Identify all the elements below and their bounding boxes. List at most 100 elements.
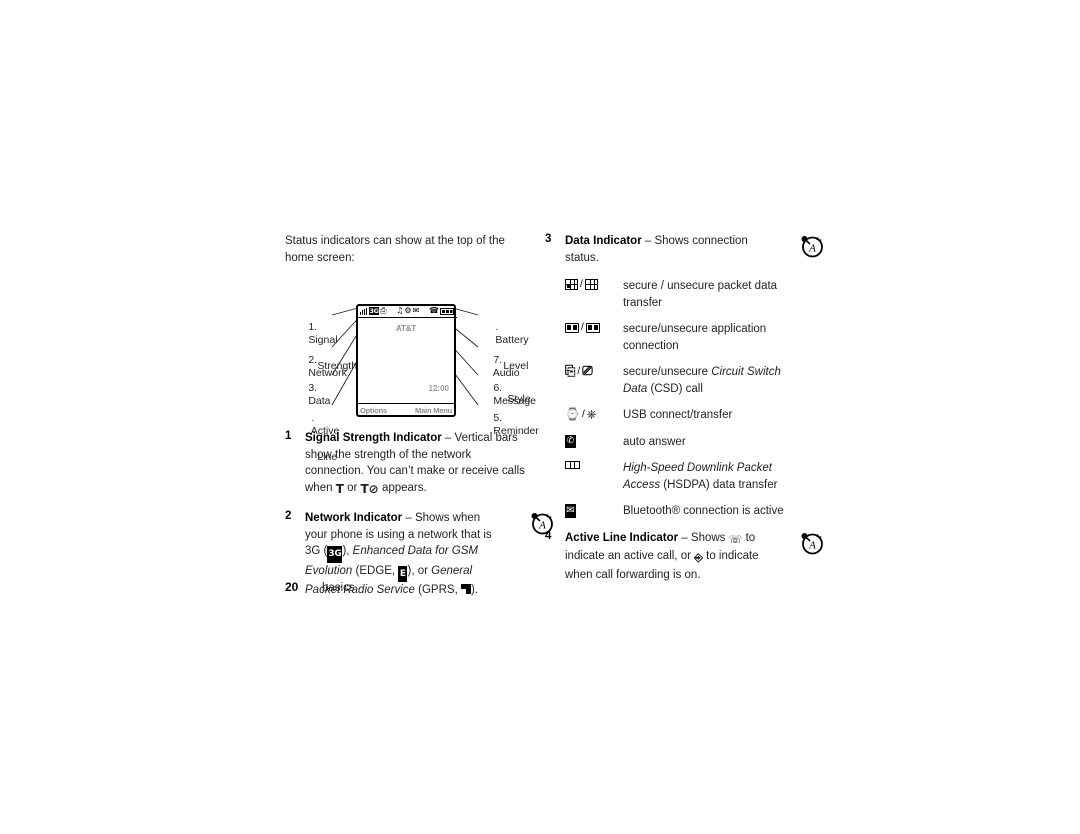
item-dash: – <box>441 432 455 444</box>
csd-unsecure-icon: ⎚ <box>582 364 593 379</box>
icon-cell <box>565 460 623 469</box>
audio-style-icon: ♫ <box>396 306 404 315</box>
packet-data-secure-icon <box>565 279 578 290</box>
right-column: 3 Data Indicator – Shows connection stat… <box>545 233 823 584</box>
application-secure-icon <box>565 322 579 333</box>
icon-description: USB connect/transfer <box>623 407 795 424</box>
manual-page: Status indicators can show at the top of… <box>0 0 1080 834</box>
data-packet-icon: ⎙ <box>380 306 387 315</box>
label-num: 6. <box>493 382 503 394</box>
item-text-2: appears. <box>378 481 427 494</box>
desc-plain: secure/unsecure <box>623 366 712 378</box>
data-indicator-icon-table: / secure / unsecure packet data transfer… <box>565 278 795 520</box>
item-text-3: (EDGE, <box>352 564 399 577</box>
section-name: basics <box>322 582 355 594</box>
battery-level-icon <box>439 307 454 315</box>
table-row: ⎘ / ⎚ secure/unsecure Circuit Switch Dat… <box>565 364 795 397</box>
status-right-group: ☎ <box>429 307 454 315</box>
label-num: . <box>495 321 499 333</box>
slash-separator: / <box>581 322 584 333</box>
item-text-2: ), <box>342 545 353 557</box>
desc-plain: secure / unsecure packet data transfer <box>623 280 778 309</box>
item-number: 4 <box>545 529 552 542</box>
item-text-1: Shows <box>690 531 729 544</box>
auto-answer-icon: ✆ <box>565 434 576 448</box>
table-row: ⌚ / ⎈ USB connect/transfer <box>565 407 795 424</box>
left-column: Status indicators can show at the top of… <box>285 233 553 599</box>
desc-tail: (HSDPA) data transfer <box>660 478 778 491</box>
note-letter: A <box>808 243 816 255</box>
reminder-icon: ⚙ <box>404 306 412 315</box>
item-title: Data Indicator <box>565 235 642 247</box>
page-footer: 20 basics <box>285 580 355 594</box>
active-call-icon: ☏ <box>728 532 743 546</box>
usb-transfer-icon: ⎈ <box>586 407 597 421</box>
icon-cell: ⎘ / ⎚ <box>565 364 623 378</box>
icon-description: secure / unsecure packet data transfer <box>623 278 795 311</box>
slash-separator: / <box>580 279 583 290</box>
item-dash: – <box>402 512 415 524</box>
phone-screen-illustration: 3G ⎙ ♫ ⚙ ✉ ☎ AT&T 12:00 Options Main Men… <box>356 304 457 417</box>
slash-separator: / <box>581 408 585 420</box>
hsdpa-icon <box>565 461 580 469</box>
gprs-icon <box>460 584 471 594</box>
3g-network-icon: 3G <box>369 306 380 315</box>
item-text-6: ). <box>470 584 478 596</box>
intro-text: Status indicators can show at the top of… <box>285 235 505 264</box>
active-line-icon: ☎ <box>429 306 439 315</box>
no-service-bar-icon: T <box>335 481 344 496</box>
item-text-5: (GPRS, <box>414 584 461 596</box>
packet-data-unsecure-icon <box>584 279 598 290</box>
item-dash: – <box>678 531 691 544</box>
desc-plain: auto answer <box>623 435 686 448</box>
softkey-left-options[interactable]: Options <box>360 406 387 415</box>
label-num: 3. <box>308 382 318 394</box>
icon-cell: / <box>565 278 623 290</box>
softkey-right-main-menu[interactable]: Main Menu <box>415 406 452 415</box>
item-title: Active Line Indicator <box>565 531 679 544</box>
item-body: Data Indicator – Shows connection status… <box>565 233 795 266</box>
list-item-active-line: 4 Active Line Indicator – Shows ☏ to ind… <box>545 529 823 584</box>
table-row: / secure / unsecure packet data transfer <box>565 278 795 311</box>
item-number: 3 <box>545 233 552 245</box>
table-row: ✉ Bluetooth® connection is active <box>565 503 795 520</box>
status-mid-group: ♫ ⚙ ✉ <box>396 307 419 315</box>
desc-plain: USB connect/transfer <box>623 409 733 421</box>
message-icon: ✉ <box>412 306 420 315</box>
application-unsecure-icon <box>585 322 600 333</box>
carrier-name: AT&T <box>396 324 416 333</box>
item-dash: – <box>641 235 655 247</box>
icon-description: auto answer <box>623 434 795 451</box>
table-row: ✆ auto answer <box>565 434 795 451</box>
network-note-icon: A <box>801 236 823 258</box>
desc-tail: (CSD) call <box>647 382 703 395</box>
label-num: 7. <box>493 354 503 366</box>
icon-description: secure/unsecure application connection <box>623 321 795 354</box>
3g-icon: 3G <box>327 546 343 563</box>
icon-cell: ✆ <box>565 434 623 448</box>
csd-secure-icon: ⎘ <box>565 364 576 379</box>
item-number: 1 <box>285 430 292 442</box>
label-num: 1. <box>308 321 318 333</box>
icon-cell: / <box>565 321 623 333</box>
table-row: High-Speed Downlink Packet Access (HSDPA… <box>565 460 795 493</box>
clock-text: 12:00 <box>428 384 449 393</box>
list-item-signal-strength: 1 Signal Strength Indicator – Vertical b… <box>285 430 525 497</box>
status-indicator-diagram: 1. Signal Strength 2. Network 3. Data . … <box>285 272 539 463</box>
label-num: 5. <box>493 412 503 424</box>
table-row: / secure/unsecure application connection <box>565 321 795 354</box>
call-forward-icon: ⎆ <box>694 551 703 564</box>
item-body: Signal Strength Indicator – Vertical bar… <box>305 430 525 497</box>
page-number: 20 <box>285 580 299 594</box>
icon-description: High-Speed Downlink Packet Access (HSDPA… <box>623 460 795 493</box>
item-title: Signal Strength Indicator <box>305 432 442 444</box>
bluetooth-icon: ✉ <box>565 504 576 518</box>
label-num: . <box>311 412 315 424</box>
item-title: Network Indicator <box>305 512 403 524</box>
item-text-4: ), or <box>407 564 432 577</box>
desc-plain: Bluetooth® connection is active <box>623 505 784 517</box>
no-service-blocked-icon: T⊘ <box>360 481 379 496</box>
network-note-icon: A <box>801 532 823 554</box>
item-body: Active Line Indicator – Shows ☏ to indic… <box>565 530 795 584</box>
signal-strength-icon <box>360 307 368 315</box>
